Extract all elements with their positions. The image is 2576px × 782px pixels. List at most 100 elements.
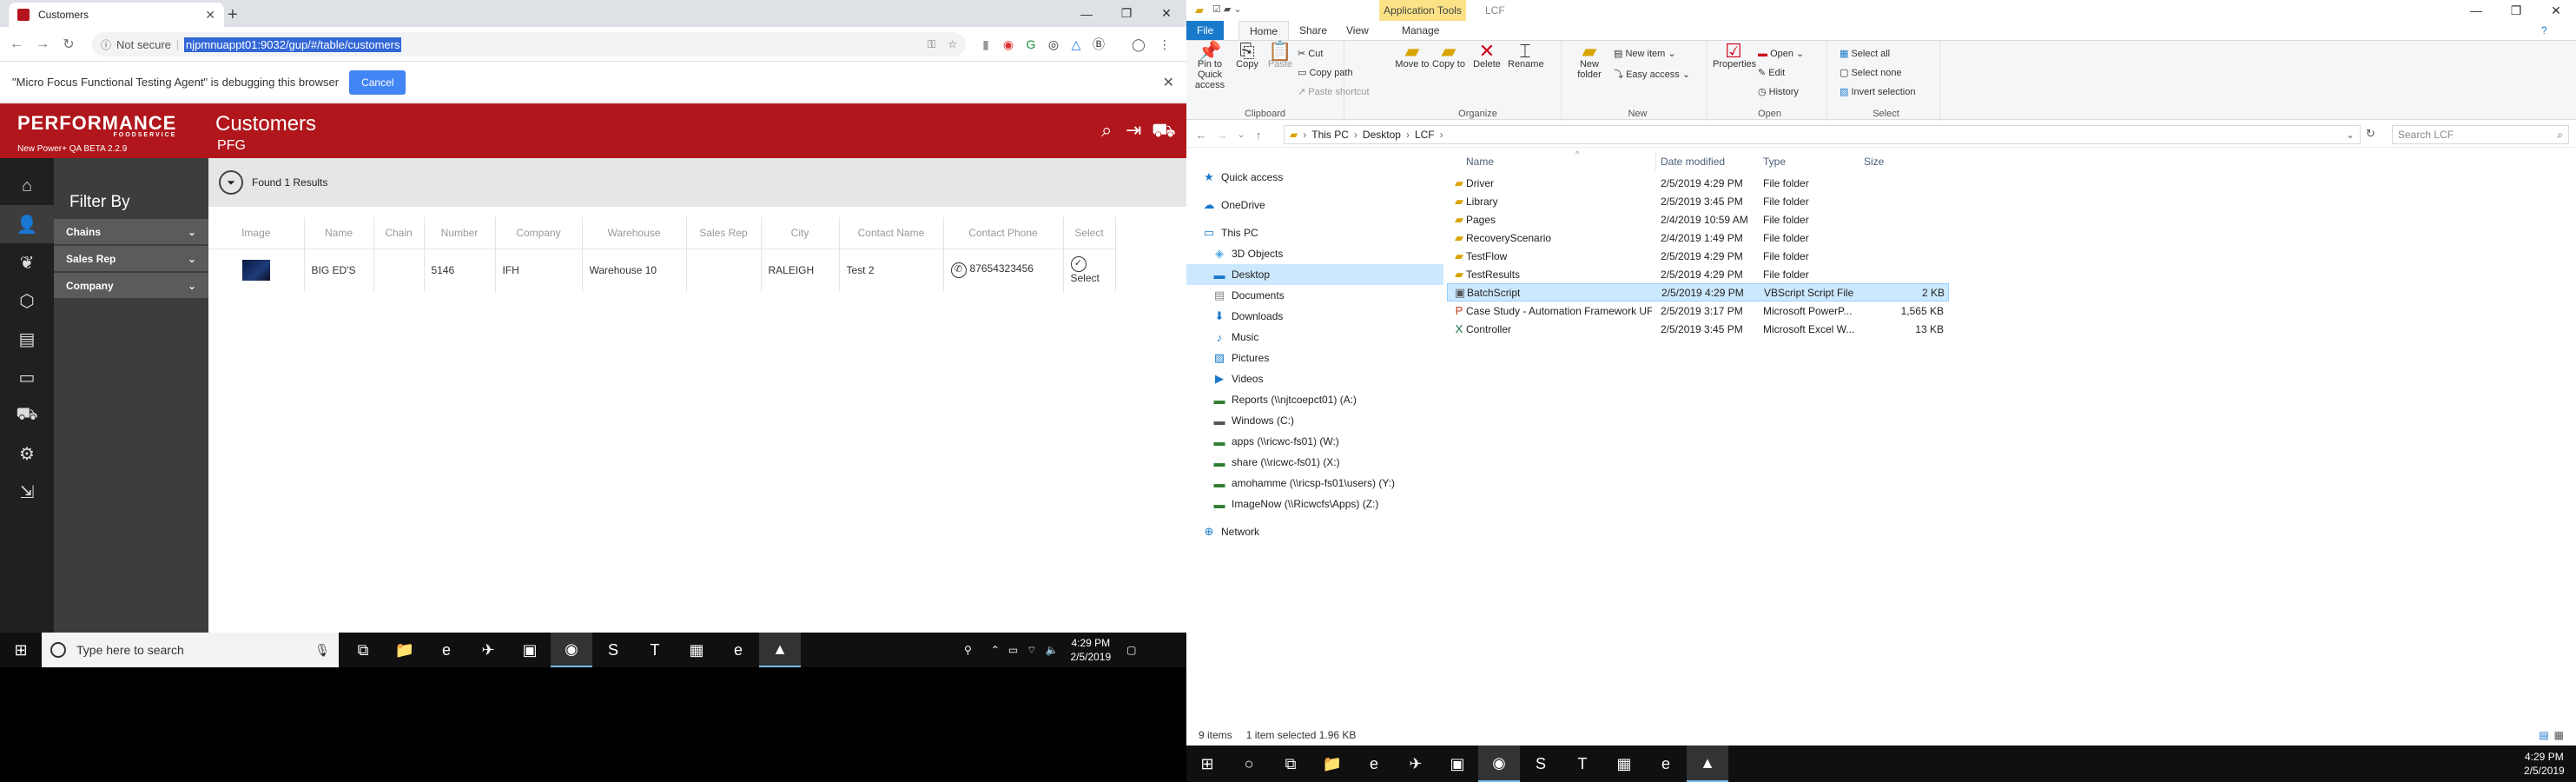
file-row[interactable]: X Controller 2/5/2019 3:45 PM Microsoft Exc… <box>1447 320 1949 338</box>
new-folder-button[interactable]: ▰ New folder <box>1572 42 1607 81</box>
right-clock[interactable]: 4:29 PM 2/5/2019 <box>2524 750 2565 778</box>
menu-icon[interactable]: ⋮ <box>1155 35 1174 54</box>
task-view-icon[interactable]: ⧉ <box>1270 746 1311 782</box>
toolbox-taskbar-icon[interactable]: ▣ <box>1437 746 1478 782</box>
documents-icon[interactable]: ▭ <box>0 358 54 396</box>
nav-this-pc[interactable]: ▭ This PC <box>1186 222 1443 243</box>
start-button[interactable]: ⊞ <box>1186 746 1228 782</box>
uft-taskbar-icon[interactable]: ▲ <box>759 633 801 667</box>
col-image[interactable]: Image <box>208 217 305 249</box>
search-icon[interactable]: ⌕ <box>1101 119 1112 142</box>
extension-circle-icon[interactable]: ◎ <box>1044 35 1063 54</box>
grammarly-icon[interactable]: G <box>1021 35 1040 54</box>
copy-path-button[interactable]: ▭ Copy path <box>1298 67 1353 78</box>
file-row[interactable]: P Case Study - Automation Framework UF...… <box>1447 302 1949 320</box>
back-icon[interactable]: ← <box>1192 125 1211 144</box>
large-icons-view-icon[interactable]: ▦ <box>2554 729 2564 741</box>
file-explorer-taskbar-icon[interactable]: 📁 <box>1311 746 1353 782</box>
extension-b-icon[interactable]: Ⓑ <box>1089 35 1108 54</box>
col-city[interactable]: City <box>761 217 840 249</box>
tab-share[interactable]: Share <box>1289 21 1338 40</box>
cut-button[interactable]: ✂ Cut <box>1298 48 1323 59</box>
extension-red-icon[interactable]: ◉ <box>999 35 1018 54</box>
cancel-debug-button[interactable]: Cancel <box>349 70 406 95</box>
rename-button[interactable]: ⌶ Rename <box>1508 42 1544 70</box>
file-row[interactable]: ▰ TestResults 2/5/2019 4:29 PM File folder <box>1447 265 1949 283</box>
nav-drive-x[interactable]: ▬ share (\\ricwc-fs01) (X:) <box>1186 452 1443 473</box>
close-window-icon[interactable]: ✕ <box>1146 0 1186 27</box>
filter-sales-rep[interactable]: Sales Rep ⌄ <box>54 246 208 272</box>
skype-taskbar-icon[interactable]: S <box>1520 746 1562 782</box>
battery-icon[interactable]: ▭ <box>1008 644 1018 656</box>
inventory-icon[interactable]: ▤ <box>0 320 54 358</box>
pin-quick-access-button[interactable]: 📌 Pin to Quick access <box>1192 42 1228 91</box>
minimize-icon[interactable]: — <box>1067 0 1106 27</box>
close-tab-icon[interactable]: ✕ <box>205 8 215 23</box>
col-warehouse[interactable]: Warehouse <box>582 217 687 249</box>
col-select[interactable]: Select <box>1063 217 1116 249</box>
close-infobar-icon[interactable]: ✕ <box>1163 74 1174 91</box>
logout-icon[interactable]: ⇥ <box>1126 119 1141 142</box>
notifications-icon[interactable]: ▢ <box>1126 644 1136 656</box>
col-name[interactable]: Name <box>304 217 374 249</box>
breadcrumb-this-pc[interactable]: This PC <box>1311 129 1349 141</box>
customers-icon[interactable]: 👤 <box>0 205 54 243</box>
home-icon[interactable]: ⌂ <box>0 167 54 205</box>
tray-chevron-icon[interactable]: ⌃ <box>991 644 1000 656</box>
breadcrumb-desktop[interactable]: Desktop <box>1363 129 1401 141</box>
nav-quick-access[interactable]: ★ Quick access <box>1186 167 1443 188</box>
edge-taskbar-icon[interactable]: e <box>1353 746 1395 782</box>
help-icon[interactable]: ? <box>2541 24 2547 36</box>
up-icon[interactable]: ↑ <box>1249 125 1268 144</box>
minimize-icon[interactable]: — <box>2456 0 2496 21</box>
notepad-taskbar-icon[interactable]: ▦ <box>676 633 717 667</box>
start-button[interactable]: ⊞ <box>0 633 42 667</box>
col-size[interactable]: Size <box>1864 156 1884 168</box>
nav-network[interactable]: ⊕ Network <box>1186 521 1443 542</box>
taskbar-search[interactable]: Type here to search 🎙 <box>42 633 339 667</box>
move-to-button[interactable]: ▰ Move to <box>1395 42 1430 70</box>
nav-documents[interactable]: ▤ Documents <box>1186 285 1443 306</box>
properties-button[interactable]: ☑ Properties <box>1713 42 1756 70</box>
col-contact-phone[interactable]: Contact Phone <box>943 217 1064 249</box>
nav-drive-y[interactable]: ▬ amohamme (\\ricsp-fs01\users) (Y:) <box>1186 473 1443 494</box>
toolbox-taskbar-icon[interactable]: ▣ <box>509 633 551 667</box>
skype-taskbar-icon[interactable]: S <box>592 633 634 667</box>
customer-thumbnail[interactable] <box>241 260 270 282</box>
app-taskbar-icon[interactable]: ✈ <box>467 633 509 667</box>
volume-icon[interactable]: 🔈 <box>1045 644 1058 656</box>
notepad-taskbar-icon[interactable]: ▦ <box>1603 746 1645 782</box>
ie-taskbar-icon[interactable]: e <box>717 633 759 667</box>
nav-onedrive[interactable]: ☁ OneDrive <box>1186 195 1443 215</box>
network-icon[interactable]: ⌔ <box>1027 644 1036 657</box>
file-explorer-taskbar-icon[interactable]: 📁 <box>384 633 426 667</box>
signout-icon[interactable]: ⇲ <box>0 473 54 511</box>
select-cell[interactable]: ✓Select <box>1063 248 1116 292</box>
file-row[interactable]: ▰ Driver 2/5/2019 4:29 PM File folder <box>1447 174 1949 192</box>
key-icon[interactable]: ⚿ <box>928 38 935 51</box>
url-text[interactable]: njpmnuappt01:9032/gup/#/table/customers <box>184 36 402 52</box>
tab-manage[interactable]: Manage <box>1391 21 1450 40</box>
col-chain[interactable]: Chain <box>373 217 425 249</box>
invert-selection-button[interactable]: ▧ Invert selection <box>1840 86 1915 97</box>
edit-button[interactable]: ✎ Edit <box>1758 67 1785 78</box>
chrome-taskbar-icon[interactable]: ◉ <box>1478 746 1520 782</box>
extension-icon[interactable]: ▮ <box>976 35 995 54</box>
people-icon[interactable]: ⚲ <box>964 644 972 656</box>
select-none-button[interactable]: ▢ Select none <box>1840 67 1902 78</box>
address-bar[interactable]: ⓘ Not secure | njpmnuappt01:9032/gup/#/t… <box>92 32 966 56</box>
select-label[interactable]: Select <box>1071 272 1100 284</box>
drive-icon[interactable]: △ <box>1067 35 1086 54</box>
col-type[interactable]: Type <box>1763 156 1786 168</box>
profile-icon[interactable]: ◯ <box>1129 35 1148 54</box>
cart-icon[interactable]: ⛟ <box>1152 119 1176 144</box>
col-name[interactable]: Name <box>1466 156 1494 168</box>
info-icon[interactable]: ⓘ <box>101 37 111 52</box>
chrome-taskbar-icon[interactable]: ◉ <box>551 633 592 667</box>
close-window-icon[interactable]: ✕ <box>2536 0 2576 21</box>
tab-file[interactable]: File <box>1186 21 1225 40</box>
teams-taskbar-icon[interactable]: T <box>1562 746 1603 782</box>
tags-icon[interactable]: ⬡ <box>0 282 54 320</box>
maximize-icon[interactable]: ❐ <box>2496 0 2536 21</box>
microphone-icon[interactable]: 🎙 <box>314 643 330 658</box>
